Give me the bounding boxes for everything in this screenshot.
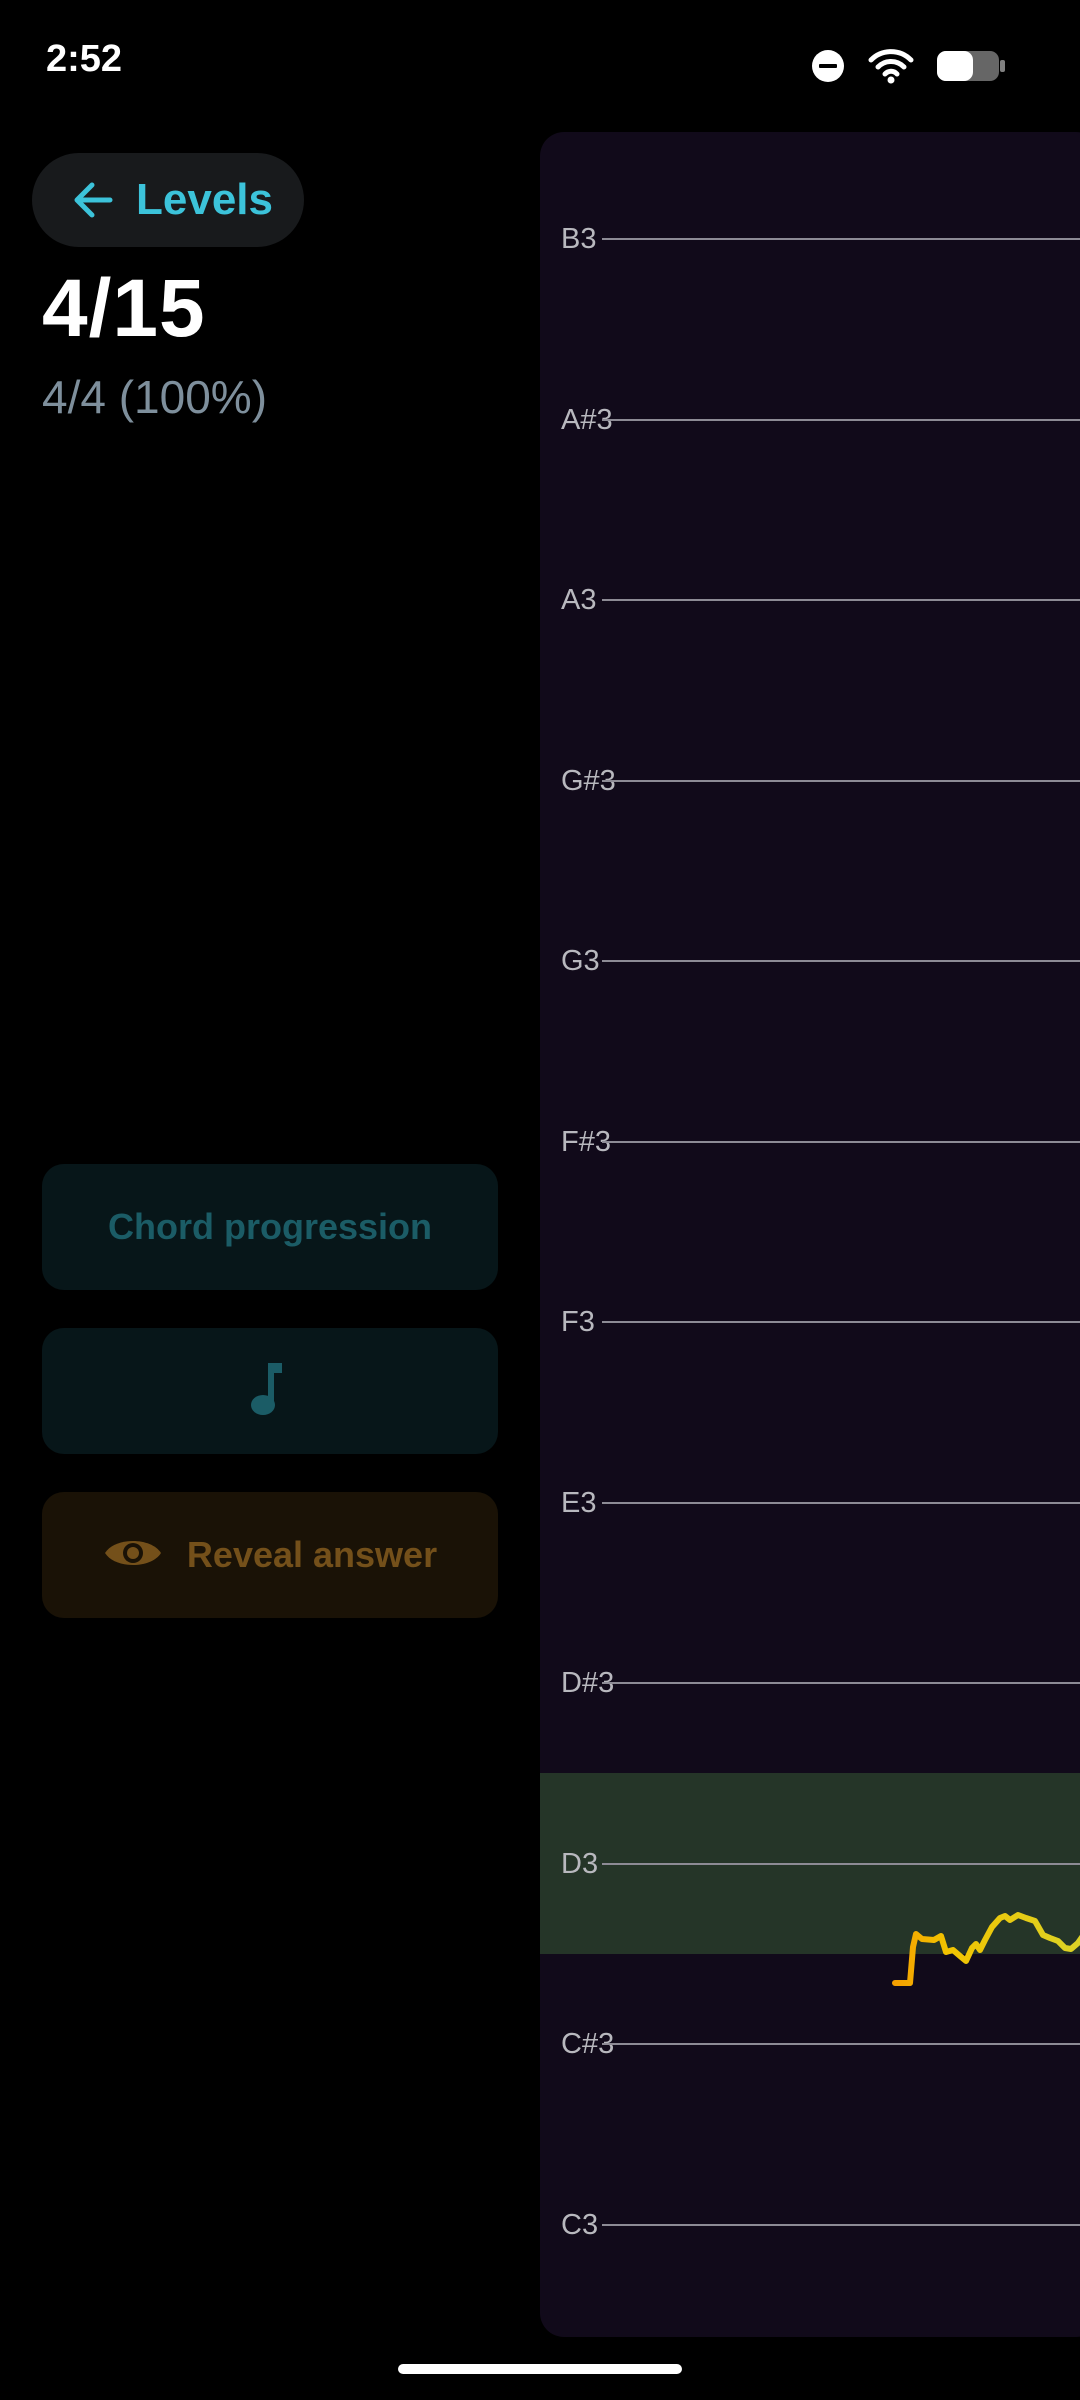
eye-icon <box>103 1533 163 1578</box>
screen: 2:52 Levels 4/15 4/4 (100%) Chord progre… <box>0 0 1080 2400</box>
do-not-disturb-icon <box>810 48 846 84</box>
level-counter: 4/15 <box>42 263 206 354</box>
status-icons <box>810 44 1006 88</box>
status-time: 2:52 <box>46 38 123 80</box>
back-button-label: Levels <box>136 175 273 224</box>
status-bar: 2:52 <box>0 0 1080 130</box>
pitch-panel: B3 A#3 A3 G#3 G3 F#3 F3 E3 D#3 D3 C#3 C3 <box>540 132 1080 2337</box>
arrow-left-icon <box>70 177 116 223</box>
chord-progression-label: Chord progression <box>107 1206 433 1247</box>
reveal-answer-button[interactable]: Reveal answer <box>42 1492 498 1618</box>
play-note-button[interactable] <box>42 1328 498 1454</box>
wifi-icon <box>868 48 914 84</box>
back-to-levels-button[interactable]: Levels <box>32 153 304 247</box>
reveal-answer-label: Reveal answer <box>186 1534 438 1575</box>
home-indicator[interactable] <box>398 2364 682 2374</box>
battery-icon <box>936 49 1006 83</box>
chord-progression-button[interactable]: Chord progression <box>42 1164 498 1290</box>
score-text: 4/4 (100%) <box>42 371 268 423</box>
music-note-icon <box>248 1359 292 1424</box>
pitch-trace <box>892 1912 1080 1986</box>
